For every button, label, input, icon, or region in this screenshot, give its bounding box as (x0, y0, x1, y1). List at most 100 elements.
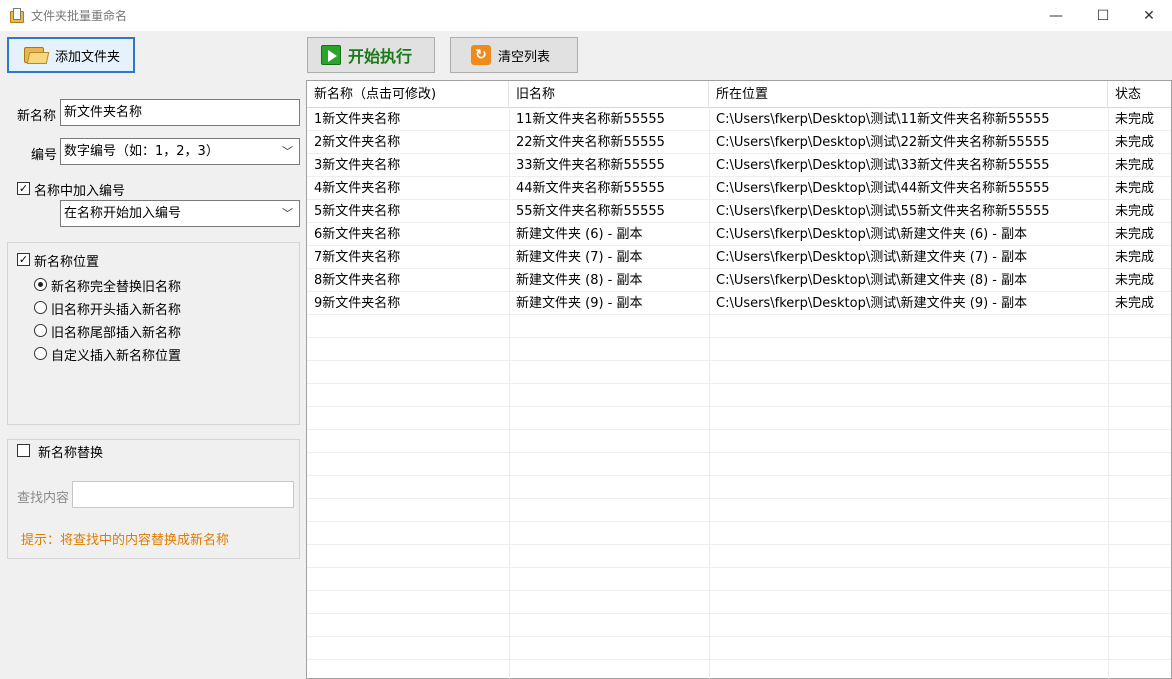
chevron-down-icon: ﹀ (282, 207, 293, 220)
radio-insert-start[interactable] (34, 301, 47, 314)
radio-custom-position[interactable] (34, 347, 47, 360)
cell-status: 未完成 (1115, 204, 1155, 219)
cell-old-name: 33新文件夹名称新55555 (516, 158, 665, 173)
minimize-button[interactable]: — (1033, 0, 1079, 31)
cell-old-name: 11新文件夹名称新55555 (516, 112, 665, 127)
cell-status: 未完成 (1115, 227, 1155, 242)
empty-row (307, 476, 1171, 499)
hint-text: 提示：将查找中的内容替换成新名称 (21, 533, 230, 548)
cell-new-name[interactable]: 3新文件夹名称 (307, 154, 509, 177)
cell-new-name[interactable]: 5新文件夹名称 (307, 200, 509, 223)
cell-new-name[interactable]: 6新文件夹名称 (307, 223, 509, 246)
cell-old-name: 新建文件夹 (8) - 副本 (516, 273, 643, 288)
empty-row (307, 522, 1171, 545)
empty-row (307, 453, 1171, 476)
add-number-label: 名称中加入编号 (34, 184, 126, 199)
cell-new-name[interactable]: 2新文件夹名称 (307, 131, 509, 154)
find-label: 查找内容 (17, 491, 70, 506)
cell-old-name: 44新文件夹名称新55555 (516, 181, 665, 196)
new-name-input[interactable]: 新文件夹名称 (60, 99, 300, 126)
position-group-checkbox[interactable]: ✓ (17, 253, 30, 266)
numbering-select[interactable]: 数字编号（如：1，2，3） ﹀ (60, 138, 300, 165)
numbering-label: 编号 (31, 148, 58, 163)
refresh-icon: ↻ (471, 45, 491, 65)
add-number-checkbox[interactable]: ✓ (17, 182, 30, 195)
maximize-button[interactable]: ☐ (1080, 0, 1126, 31)
table-row[interactable]: 7新文件夹名称 新建文件夹 (7) - 副本 C:\Users\fkerp\De… (307, 246, 1171, 269)
cell-location: C:\Users\fkerp\Desktop\测试\新建文件夹 (7) - 副本 (716, 250, 1028, 265)
empty-row (307, 637, 1171, 660)
empty-row (307, 568, 1171, 591)
column-old-name[interactable]: 旧名称 (509, 81, 709, 108)
cell-new-name[interactable]: 4新文件夹名称 (307, 177, 509, 200)
clear-list-button[interactable]: ↻ 清空列表 (450, 37, 578, 73)
cell-old-name: 新建文件夹 (7) - 副本 (516, 250, 643, 265)
cell-status: 未完成 (1115, 273, 1155, 288)
column-new-name[interactable]: 新名称（点击可修改) (307, 81, 509, 108)
empty-row (307, 315, 1171, 338)
table-row[interactable]: 3新文件夹名称 33新文件夹名称新55555 C:\Users\fkerp\De… (307, 154, 1171, 177)
play-icon (321, 45, 341, 65)
add-folder-button[interactable]: 添加文件夹 (7, 37, 135, 73)
find-input[interactable] (72, 481, 294, 508)
add-folder-label: 添加文件夹 (55, 49, 121, 65)
empty-row (307, 361, 1171, 384)
column-location[interactable]: 所在位置 (709, 81, 1108, 108)
table-row[interactable]: 4新文件夹名称 44新文件夹名称新55555 C:\Users\fkerp\De… (307, 177, 1171, 200)
table-row[interactable]: 8新文件夹名称 新建文件夹 (8) - 副本 C:\Users\fkerp\De… (307, 269, 1171, 292)
cell-status: 未完成 (1115, 112, 1155, 127)
number-position-value: 在名称开始加入编号 (64, 206, 182, 221)
empty-row (307, 545, 1171, 568)
cell-location: C:\Users\fkerp\Desktop\测试\33新文件夹名称新55555 (716, 158, 1050, 173)
cell-old-name: 新建文件夹 (9) - 副本 (516, 296, 643, 311)
column-status[interactable]: 状态 (1108, 81, 1171, 108)
cell-location: C:\Users\fkerp\Desktop\测试\新建文件夹 (6) - 副本 (716, 227, 1028, 242)
cell-old-name: 22新文件夹名称新55555 (516, 135, 665, 150)
clear-list-label: 清空列表 (498, 49, 551, 65)
cell-new-name[interactable]: 9新文件夹名称 (307, 292, 509, 315)
cell-location: C:\Users\fkerp\Desktop\测试\22新文件夹名称新55555 (716, 135, 1050, 150)
settings-panel: 新名称 新文件夹名称 编号 数字编号（如：1，2，3） ﹀ ✓ 名称中加入编号 … (0, 80, 306, 679)
radio-insert-start-label: 旧名称开头插入新名称 (51, 303, 182, 318)
start-button[interactable]: 开始执行 (307, 37, 435, 73)
table-header: 新名称（点击可修改) 旧名称 所在位置 状态 (307, 81, 1171, 108)
numbering-selected-value: 数字编号（如：1，2，3） (64, 144, 219, 159)
replace-group-label: 新名称替换 (38, 446, 104, 461)
table-row[interactable]: 6新文件夹名称 新建文件夹 (6) - 副本 C:\Users\fkerp\De… (307, 223, 1171, 246)
cell-status: 未完成 (1115, 181, 1155, 196)
empty-row (307, 384, 1171, 407)
cell-status: 未完成 (1115, 135, 1155, 150)
cell-location: C:\Users\fkerp\Desktop\测试\新建文件夹 (8) - 副本 (716, 273, 1028, 288)
cell-status: 未完成 (1115, 158, 1155, 173)
cell-new-name[interactable]: 7新文件夹名称 (307, 246, 509, 269)
cell-old-name: 55新文件夹名称新55555 (516, 204, 665, 219)
empty-row (307, 614, 1171, 637)
title-bar: 文件夹批量重命名 — ☐ ✕ (0, 0, 1172, 31)
radio-replace-all-label: 新名称完全替换旧名称 (51, 280, 182, 295)
cell-new-name[interactable]: 8新文件夹名称 (307, 269, 509, 292)
empty-row (307, 430, 1171, 453)
cell-location: C:\Users\fkerp\Desktop\测试\55新文件夹名称新55555 (716, 204, 1050, 219)
table-row[interactable]: 9新文件夹名称 新建文件夹 (9) - 副本 C:\Users\fkerp\De… (307, 292, 1171, 315)
number-position-select[interactable]: 在名称开始加入编号 ﹀ (60, 200, 300, 227)
folder-table: 新名称（点击可修改) 旧名称 所在位置 状态 1新文件夹名称 11新文件夹名称新… (306, 80, 1172, 679)
folder-open-icon (24, 45, 50, 65)
cell-status: 未完成 (1115, 296, 1155, 311)
replace-checkbox[interactable] (17, 444, 30, 457)
empty-row (307, 338, 1171, 361)
position-group-label: 新名称位置 (34, 255, 100, 270)
cell-location: C:\Users\fkerp\Desktop\测试\44新文件夹名称新55555 (716, 181, 1050, 196)
window-title: 文件夹批量重命名 (31, 9, 128, 23)
table-row[interactable]: 1新文件夹名称 11新文件夹名称新55555 C:\Users\fkerp\De… (307, 108, 1171, 131)
start-label: 开始执行 (348, 47, 413, 66)
table-row[interactable]: 5新文件夹名称 55新文件夹名称新55555 C:\Users\fkerp\De… (307, 200, 1171, 223)
cell-new-name[interactable]: 1新文件夹名称 (307, 108, 509, 131)
table-row[interactable]: 2新文件夹名称 22新文件夹名称新55555 C:\Users\fkerp\De… (307, 131, 1171, 154)
chevron-down-icon: ﹀ (282, 145, 293, 158)
close-button[interactable]: ✕ (1126, 0, 1172, 31)
empty-row (307, 407, 1171, 430)
cell-old-name: 新建文件夹 (6) - 副本 (516, 227, 643, 242)
radio-replace-all[interactable] (34, 278, 47, 291)
radio-insert-end[interactable] (34, 324, 47, 337)
empty-row (307, 591, 1171, 614)
